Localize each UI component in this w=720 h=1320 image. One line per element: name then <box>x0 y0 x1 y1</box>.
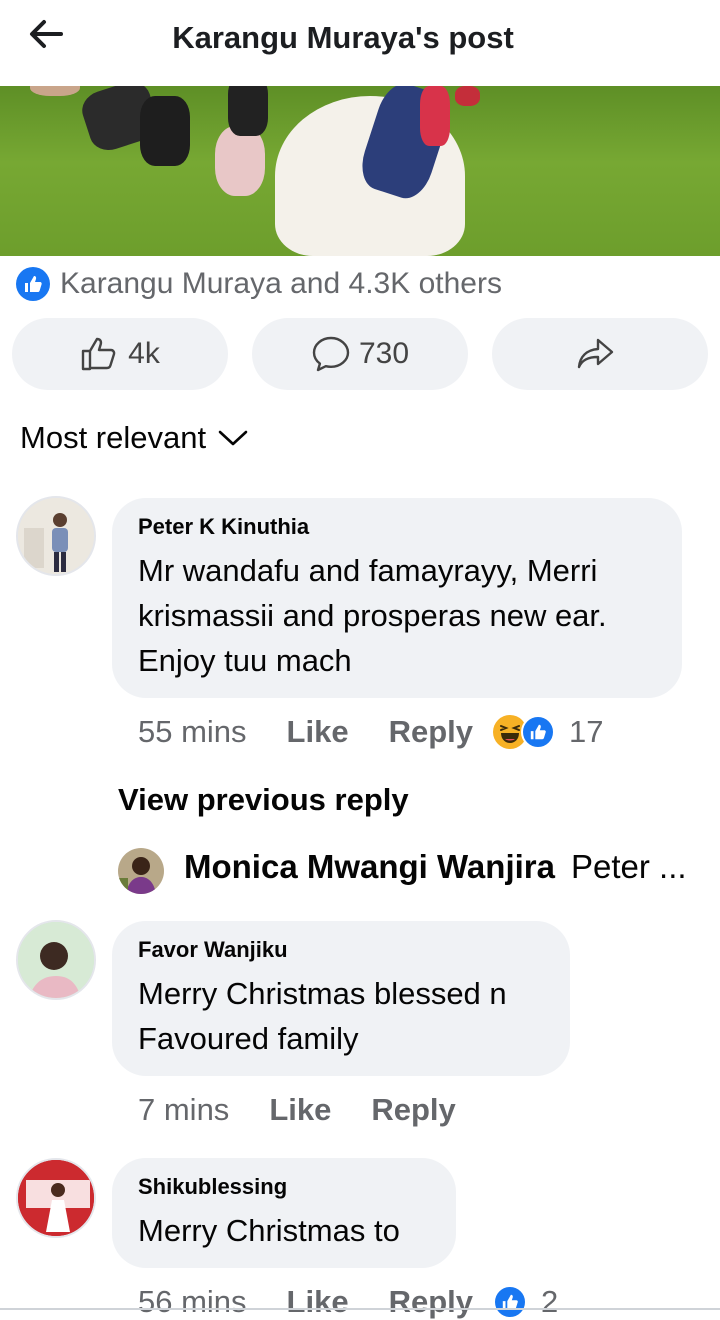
person-photo-icon <box>18 922 94 998</box>
reply-preview-text: Peter ... <box>570 848 687 885</box>
reply-preview[interactable]: Monica Mwangi Wanjira Peter ... <box>118 848 687 894</box>
comment-text-line: krismassii and prosperas new ear. <box>138 598 607 633</box>
comment-reactions[interactable] <box>493 715 555 749</box>
comment-like-button[interactable]: Like <box>287 1284 349 1320</box>
comment-reaction-count: 2 <box>541 1284 559 1319</box>
comment-bubble: Favor Wanjiku Merry Christmas blessed n … <box>112 921 570 1076</box>
comment-text-line: Merry Christmas to <box>138 1213 400 1248</box>
view-previous-reply-link[interactable]: View previous reply <box>118 782 409 818</box>
comment-time: 7 mins <box>138 1092 230 1127</box>
comment-meta: 55 mins Like Reply 17 <box>138 714 603 750</box>
comment-text-line: Favoured family <box>138 1021 359 1056</box>
page-title: Karangu Muraya's post <box>172 20 514 55</box>
comments-sort-dropdown[interactable]: Most relevant <box>20 420 248 456</box>
person-photo-icon <box>18 1160 94 1236</box>
comment-reply-button[interactable]: Reply <box>389 1284 473 1320</box>
post-actions: 4k 730 <box>12 318 708 390</box>
like-reaction-icon <box>521 715 555 749</box>
comment-author[interactable]: Peter K Kinuthia <box>138 514 654 540</box>
bottom-divider <box>0 1308 720 1310</box>
comment-bubble: Peter K Kinuthia Mr wandafu and famayray… <box>112 498 682 698</box>
comment-meta: 56 mins Like Reply 2 <box>138 1284 558 1320</box>
comment-text-line: Merry Christmas blessed n <box>138 976 507 1011</box>
reactions-summary[interactable]: Karangu Muraya and 4.3K others <box>16 264 502 304</box>
comment-bubble-icon <box>312 336 350 372</box>
avatar[interactable] <box>118 848 164 894</box>
comment-button[interactable]: 730 <box>252 318 468 390</box>
avatar[interactable] <box>16 496 96 576</box>
share-button[interactable] <box>492 318 708 390</box>
like-count: 4k <box>128 337 160 370</box>
share-arrow-icon <box>577 338 614 369</box>
sort-label: Most relevant <box>20 420 207 455</box>
comment-like-button[interactable]: Like <box>269 1092 331 1128</box>
comment-text-line: Mr wandafu and famayrayy, Merri <box>138 553 598 588</box>
like-button[interactable]: 4k <box>12 318 228 390</box>
comment-reply-button[interactable]: Reply <box>371 1092 455 1128</box>
comment-like-button[interactable]: Like <box>287 714 349 750</box>
comment-reaction-count: 17 <box>569 714 604 749</box>
post-photo[interactable] <box>0 86 720 256</box>
reply-author[interactable]: Monica Mwangi Wanjira <box>184 848 555 886</box>
person-photo-icon <box>118 848 164 894</box>
comment-time: 56 mins <box>138 1284 247 1319</box>
comment-count: 730 <box>358 337 410 370</box>
avatar[interactable] <box>16 1158 96 1238</box>
comment-text-line: Enjoy tuu mach <box>138 643 352 678</box>
comment-reply-button[interactable]: Reply <box>389 714 473 750</box>
like-reaction-icon <box>16 267 50 301</box>
comment-bubble: Shikublessing Merry Christmas to <box>112 1158 456 1268</box>
comment-time: 55 mins <box>138 714 247 749</box>
avatar[interactable] <box>16 920 96 1000</box>
top-bar: Karangu Muraya's post <box>0 0 720 86</box>
comment-meta: 7 mins Like Reply <box>138 1092 496 1128</box>
reactions-summary-text: Karangu Muraya and 4.3K others <box>60 267 502 300</box>
like-reaction-icon <box>493 1285 527 1319</box>
comment-author[interactable]: Favor Wanjiku <box>138 937 542 963</box>
comment-author[interactable]: Shikublessing <box>138 1174 428 1200</box>
thumbs-up-icon <box>81 337 116 371</box>
person-photo-icon <box>18 498 94 574</box>
chevron-down-icon <box>218 430 248 446</box>
